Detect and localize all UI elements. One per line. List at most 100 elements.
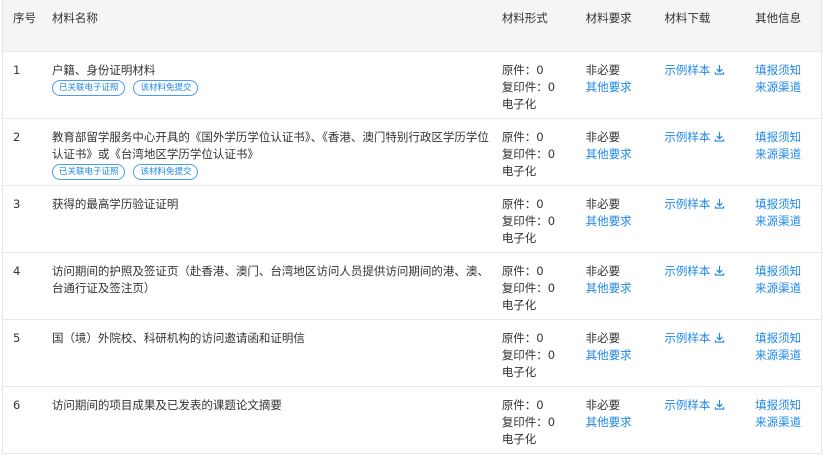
electronic-label: 电子化 bbox=[501, 97, 537, 111]
other-info-cell: 填报须知 来源渠道 bbox=[755, 253, 821, 319]
download-cell: 示例样本 bbox=[664, 320, 755, 386]
sample-download-link[interactable]: 示例样本 bbox=[664, 197, 725, 211]
electronic-label: 电子化 bbox=[501, 432, 537, 446]
header-no: 序号 bbox=[13, 11, 36, 25]
source-channel-link[interactable]: 来源渠道 bbox=[755, 146, 821, 163]
other-requirements-link[interactable]: 其他要求 bbox=[586, 347, 665, 364]
other-requirements-link[interactable]: 其他要求 bbox=[586, 146, 665, 163]
sample-label[interactable]: 示例样本 bbox=[664, 63, 710, 77]
row-number: 6 bbox=[13, 398, 21, 412]
fill-notice-link[interactable]: 填报须知 bbox=[755, 62, 821, 79]
copy-count: 复印件：0 bbox=[501, 348, 556, 362]
other-info-cell: 填报须知 来源渠道 bbox=[755, 186, 821, 252]
required-status: 非必要 bbox=[585, 331, 621, 345]
material-form-cell: 原件：0 复印件：0 电子化 bbox=[502, 320, 586, 386]
fill-notice-link[interactable]: 填报须知 bbox=[755, 397, 821, 414]
header-download: 材料下载 bbox=[664, 11, 711, 25]
electronic-label: 电子化 bbox=[501, 231, 537, 245]
source-channel-link[interactable]: 来源渠道 bbox=[755, 347, 821, 364]
download-cell: 示例样本 bbox=[664, 186, 755, 252]
sample-download-link[interactable]: 示例样本 bbox=[664, 63, 725, 77]
status-tag[interactable]: 该材料免提交 bbox=[133, 164, 199, 180]
sample-download-link[interactable]: 示例样本 bbox=[664, 398, 725, 412]
table-row: 1 户籍、身份证明材料 已关联电子证照 该材料免提交 原件：0 复印件：0 电子化… bbox=[3, 52, 821, 119]
copy-count: 复印件：0 bbox=[501, 214, 556, 228]
requirement-cell: 非必要 其他要求 bbox=[586, 253, 665, 319]
original-count: 原件：0 bbox=[501, 264, 544, 278]
download-icon[interactable] bbox=[714, 332, 725, 343]
header-form: 材料形式 bbox=[501, 11, 548, 25]
copy-count: 复印件：0 bbox=[501, 80, 556, 94]
sample-label[interactable]: 示例样本 bbox=[664, 130, 710, 144]
sample-download-link[interactable]: 示例样本 bbox=[664, 331, 725, 345]
table-row: 4 访问期间的护照及签证页（赴香港、澳门、台湾地区访问人员提供访问期间的港、澳、… bbox=[3, 253, 821, 320]
download-icon[interactable] bbox=[714, 198, 725, 209]
sample-label[interactable]: 示例样本 bbox=[664, 331, 710, 345]
source-channel-link[interactable]: 来源渠道 bbox=[755, 213, 821, 230]
row-number: 4 bbox=[13, 264, 21, 278]
electronic-label: 电子化 bbox=[501, 164, 537, 178]
material-form-cell: 原件：0 复印件：0 电子化 bbox=[502, 253, 586, 319]
fill-notice-link[interactable]: 填报须知 bbox=[755, 263, 821, 280]
fill-notice-link[interactable]: 填报须知 bbox=[755, 196, 821, 213]
row-number: 3 bbox=[13, 197, 21, 211]
download-cell: 示例样本 bbox=[664, 52, 755, 118]
original-count: 原件：0 bbox=[501, 63, 544, 77]
download-cell: 示例样本 bbox=[664, 119, 755, 185]
copy-count: 复印件：0 bbox=[501, 281, 556, 295]
other-requirements-link[interactable]: 其他要求 bbox=[586, 414, 665, 431]
source-channel-link[interactable]: 来源渠道 bbox=[755, 414, 821, 431]
table-row: 5 国（境）外院校、科研机构的访问邀请函和证明信 原件：0 复印件：0 电子化 … bbox=[3, 320, 821, 387]
material-name-cell: 获得的最高学历验证证明 bbox=[40, 186, 502, 252]
status-tag[interactable]: 已关联电子证照 bbox=[51, 164, 126, 180]
material-name-cell: 户籍、身份证明材料 已关联电子证照 该材料免提交 bbox=[40, 52, 502, 118]
materials-table: 序号 材料名称 材料形式 材料要求 材料下载 其他信息 1 户籍、身份证明材料 … bbox=[2, 0, 822, 454]
download-cell: 示例样本 bbox=[664, 253, 755, 319]
download-icon[interactable] bbox=[714, 265, 725, 276]
sample-download-link[interactable]: 示例样本 bbox=[664, 264, 725, 278]
material-name: 户籍、身份证明材料 bbox=[51, 63, 156, 77]
other-requirements-link[interactable]: 其他要求 bbox=[586, 280, 665, 297]
row-number: 5 bbox=[13, 331, 21, 345]
material-form-cell: 原件：0 复印件：0 电子化 bbox=[502, 186, 586, 252]
material-form-cell: 原件：0 复印件：0 电子化 bbox=[502, 119, 586, 185]
table-row: 2 教育部留学服务中心开具的《国外学历学位认证书》、《香港、澳门特别行政区学历学… bbox=[3, 119, 821, 186]
source-channel-link[interactable]: 来源渠道 bbox=[755, 79, 821, 96]
original-count: 原件：0 bbox=[501, 197, 544, 211]
fill-notice-link[interactable]: 填报须知 bbox=[755, 129, 821, 146]
required-status: 非必要 bbox=[585, 63, 621, 77]
sample-label[interactable]: 示例样本 bbox=[664, 398, 710, 412]
material-name-cell: 访问期间的项目成果及已发表的课题论文摘要 bbox=[40, 387, 502, 453]
source-channel-link[interactable]: 来源渠道 bbox=[755, 280, 821, 297]
table-header: 序号 材料名称 材料形式 材料要求 材料下载 其他信息 bbox=[3, 0, 821, 52]
material-name: 访问期间的护照及签证页（赴香港、澳门、台湾地区访问人员提供访问期间的港、澳、台通… bbox=[51, 264, 489, 295]
header-requirement: 材料要求 bbox=[585, 11, 632, 25]
requirement-cell: 非必要 其他要求 bbox=[586, 320, 665, 386]
requirement-cell: 非必要 其他要求 bbox=[586, 186, 665, 252]
sample-label[interactable]: 示例样本 bbox=[664, 264, 710, 278]
row-number: 1 bbox=[13, 63, 21, 77]
header-other: 其他信息 bbox=[755, 11, 802, 25]
copy-count: 复印件：0 bbox=[501, 147, 556, 161]
download-icon[interactable] bbox=[714, 131, 725, 142]
download-icon[interactable] bbox=[714, 399, 725, 410]
other-info-cell: 填报须知 来源渠道 bbox=[755, 52, 821, 118]
download-icon[interactable] bbox=[714, 64, 725, 75]
sample-download-link[interactable]: 示例样本 bbox=[664, 130, 725, 144]
status-tag[interactable]: 该材料免提交 bbox=[133, 80, 199, 96]
material-name-cell: 教育部留学服务中心开具的《国外学历学位认证书》、《香港、澳门特别行政区学历学位认… bbox=[40, 119, 502, 185]
status-tag[interactable]: 已关联电子证照 bbox=[51, 80, 126, 96]
other-requirements-link[interactable]: 其他要求 bbox=[586, 79, 665, 96]
copy-count: 复印件：0 bbox=[501, 415, 556, 429]
other-requirements-link[interactable]: 其他要求 bbox=[586, 213, 665, 230]
download-cell: 示例样本 bbox=[664, 387, 755, 453]
original-count: 原件：0 bbox=[501, 331, 544, 345]
material-form-cell: 原件：0 复印件：0 电子化 bbox=[502, 52, 586, 118]
material-name: 国（境）外院校、科研机构的访问邀请函和证明信 bbox=[51, 331, 305, 345]
required-status: 非必要 bbox=[585, 264, 621, 278]
material-name: 教育部留学服务中心开具的《国外学历学位认证书》、《香港、澳门特别行政区学历学位认… bbox=[51, 130, 489, 161]
fill-notice-link[interactable]: 填报须知 bbox=[755, 330, 821, 347]
sample-label[interactable]: 示例样本 bbox=[664, 197, 710, 211]
material-name-cell: 国（境）外院校、科研机构的访问邀请函和证明信 bbox=[40, 320, 502, 386]
requirement-cell: 非必要 其他要求 bbox=[586, 52, 665, 118]
